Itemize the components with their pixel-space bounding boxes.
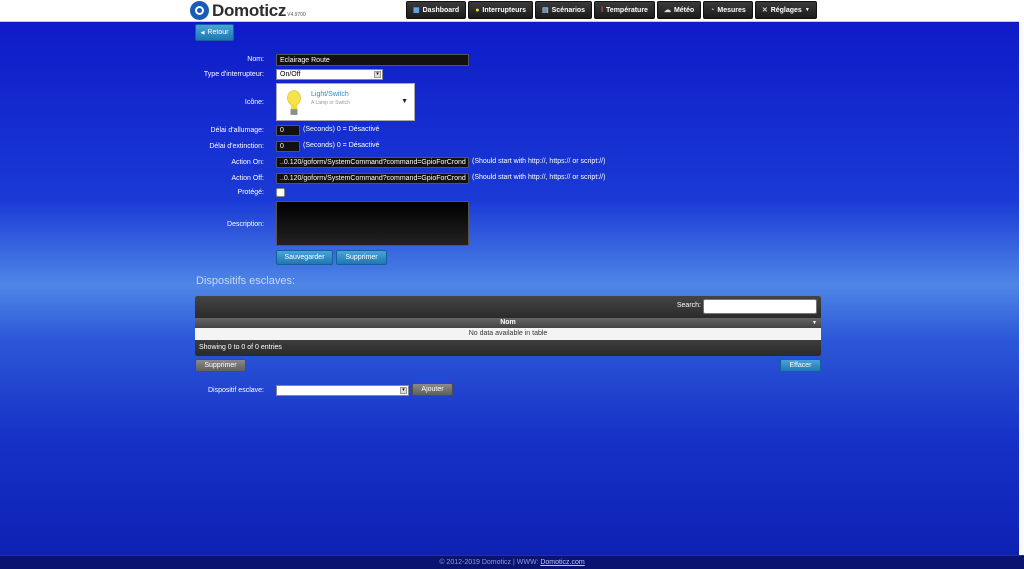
scrollbar[interactable] <box>1019 21 1024 568</box>
column-label: Nom <box>500 319 516 326</box>
action-on-input[interactable]: ..0.120/goform/SystemCommand?command=Gpi… <box>276 157 469 168</box>
action-on-label: Action On: <box>231 159 264 166</box>
footer: © 2012-2019 Domoticz | WWW: Domoticz.com <box>0 555 1024 569</box>
nav-label: Scénarios <box>551 6 586 14</box>
table-info: Showing 0 to 0 of 0 entries <box>195 340 821 356</box>
top-bar: Domoticz V4.9700 ▦ Dashboard ● Interrupt… <box>0 0 1024 22</box>
name-input[interactable]: Eclairage Route <box>276 54 469 66</box>
slave-delete-button[interactable]: Supprimer <box>195 359 246 372</box>
chevron-down-icon: ▾ <box>374 71 381 78</box>
slave-delete-label: Supprimer <box>204 362 237 369</box>
chevron-left-icon: ◀ <box>200 29 205 36</box>
thermometer-icon: ǀ <box>601 6 604 14</box>
slave-device-select[interactable]: ▾ <box>276 385 409 396</box>
switch-type-label: Type d'interrupteur: <box>203 71 264 78</box>
on-delay-hint: (Seconds) 0 = Désactivé <box>303 126 380 133</box>
chevron-down-icon: ▾ <box>400 387 407 394</box>
action-on-hint: (Should start with http://, https:// or … <box>472 158 606 165</box>
icon-label: Icône: <box>244 99 264 106</box>
on-delay-label: Délai d'allumage: <box>210 127 264 134</box>
nav-interrupteurs[interactable]: ● Interrupteurs <box>468 1 533 19</box>
column-header-nom[interactable]: Nom ▼ <box>195 318 821 328</box>
nav-label: Réglages <box>770 6 802 14</box>
lightbulb-icon: ● <box>475 6 480 14</box>
sort-icon: ▼ <box>812 320 817 326</box>
version-label: V4.9700 <box>287 12 306 18</box>
weather-icon: ☁ <box>663 7 671 14</box>
dashboard-icon: ▦ <box>413 7 420 14</box>
nav-label: Interrupteurs <box>482 6 526 14</box>
off-delay-hint: (Seconds) 0 = Désactivé <box>303 142 380 149</box>
action-off-label: Action Off: <box>231 175 264 182</box>
action-off-hint: (Should start with http://, https:// or … <box>472 174 606 181</box>
scenes-icon: ▤ <box>541 7 549 14</box>
footer-link[interactable]: Domoticz.com <box>540 559 584 566</box>
save-button[interactable]: Sauvegarder <box>276 250 333 265</box>
nav-label: Température <box>606 6 648 14</box>
nav-label: Dashboard <box>422 6 460 14</box>
back-button-label: Retour <box>207 29 229 36</box>
domoticz-logo-icon <box>190 1 209 20</box>
tools-icon: ✕ <box>761 7 768 14</box>
slaves-table: Search: Nom ▼ No data available in table… <box>195 296 821 356</box>
protected-checkbox[interactable] <box>276 188 285 197</box>
description-label: Description: <box>227 221 264 228</box>
brand-name: Domoticz <box>212 1 287 20</box>
description-textarea[interactable] <box>276 201 469 246</box>
search-input[interactable] <box>703 299 817 314</box>
icon-subtitle: A Lamp or Switch <box>311 100 350 106</box>
table-toolbar: Search: <box>195 296 821 318</box>
nav-label: Mesures <box>717 6 746 14</box>
nav-dashboard[interactable]: ▦ Dashboard <box>406 1 467 19</box>
lightbulb-icon <box>287 90 301 115</box>
protected-label: Protégé: <box>237 189 264 196</box>
nav-meteo[interactable]: ☁ Météo <box>656 1 702 19</box>
empty-row: No data available in table <box>195 328 821 340</box>
footer-text: © 2012-2019 Domoticz | WWW: <box>439 559 539 566</box>
switch-type-value: On/Off <box>280 71 301 78</box>
slave-device-label: Dispositif esclave: <box>207 387 264 394</box>
back-button[interactable]: ◀ Retour <box>195 24 234 41</box>
nav-label: Météo <box>673 6 695 14</box>
nav-reglages[interactable]: ✕ Réglages ▼ <box>754 1 817 19</box>
chevron-down-icon: ▼ <box>804 7 810 13</box>
delete-button-label: Supprimer <box>345 254 378 261</box>
action-off-input[interactable]: ..0.120/goform/SystemCommand?command=Gpi… <box>276 173 469 184</box>
caret-down-icon: ▼ <box>401 98 408 105</box>
off-delay-label: Délai d'extinction: <box>209 143 264 150</box>
add-button[interactable]: Ajouter <box>412 383 453 396</box>
nav-mesures[interactable]: ◔ Mesures <box>703 1 753 19</box>
clear-button[interactable]: Effacer <box>780 359 821 372</box>
nav-temperature[interactable]: ǀ Température <box>594 1 655 19</box>
nav-scenarios[interactable]: ▤ Scénarios <box>534 1 593 19</box>
slaves-title: Dispositifs esclaves: <box>196 275 296 287</box>
save-button-label: Sauvegarder <box>284 254 325 261</box>
on-delay-input[interactable]: 0 <box>276 125 300 136</box>
off-delay-input[interactable]: 0 <box>276 141 300 152</box>
switch-type-select[interactable]: On/Off ▾ <box>276 69 383 80</box>
main-nav: ▦ Dashboard ● Interrupteurs ▤ Scénarios … <box>406 1 817 19</box>
measure-icon: ◔ <box>710 6 715 14</box>
add-button-label: Ajouter <box>421 386 444 393</box>
delete-button[interactable]: Supprimer <box>336 250 387 265</box>
icon-title: Light/Switch <box>311 91 349 98</box>
name-label: Nom: <box>247 56 264 63</box>
brand-logo[interactable]: Domoticz V4.9700 <box>190 1 306 20</box>
search-label: Search: <box>676 302 701 309</box>
clear-button-label: Effacer <box>789 362 812 369</box>
icon-select[interactable]: Light/Switch A Lamp or Switch ▼ <box>276 83 415 121</box>
